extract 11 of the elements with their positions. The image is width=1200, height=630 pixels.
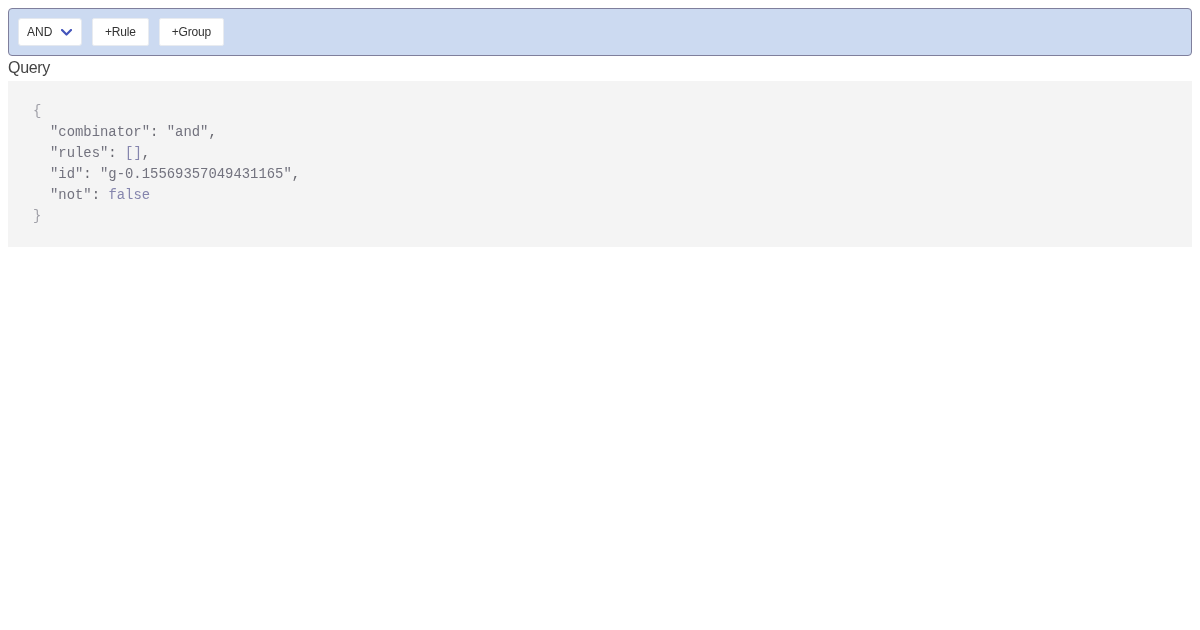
add-group-button[interactable]: +Group	[158, 18, 224, 46]
code-line: }	[33, 207, 42, 226]
code-line: "combinator": "and",	[50, 123, 217, 142]
query-heading: Query	[8, 58, 52, 78]
code-line: "id": "g-0.15569357049431165",	[50, 165, 301, 184]
code-line: {	[33, 102, 42, 121]
code-line: "rules": [],	[50, 144, 151, 163]
add-rule-button[interactable]: +Rule	[92, 18, 149, 46]
code-line: "not": false	[50, 186, 151, 205]
combinator-select[interactable]: AND	[18, 18, 82, 46]
chevron-down-icon	[61, 28, 72, 36]
